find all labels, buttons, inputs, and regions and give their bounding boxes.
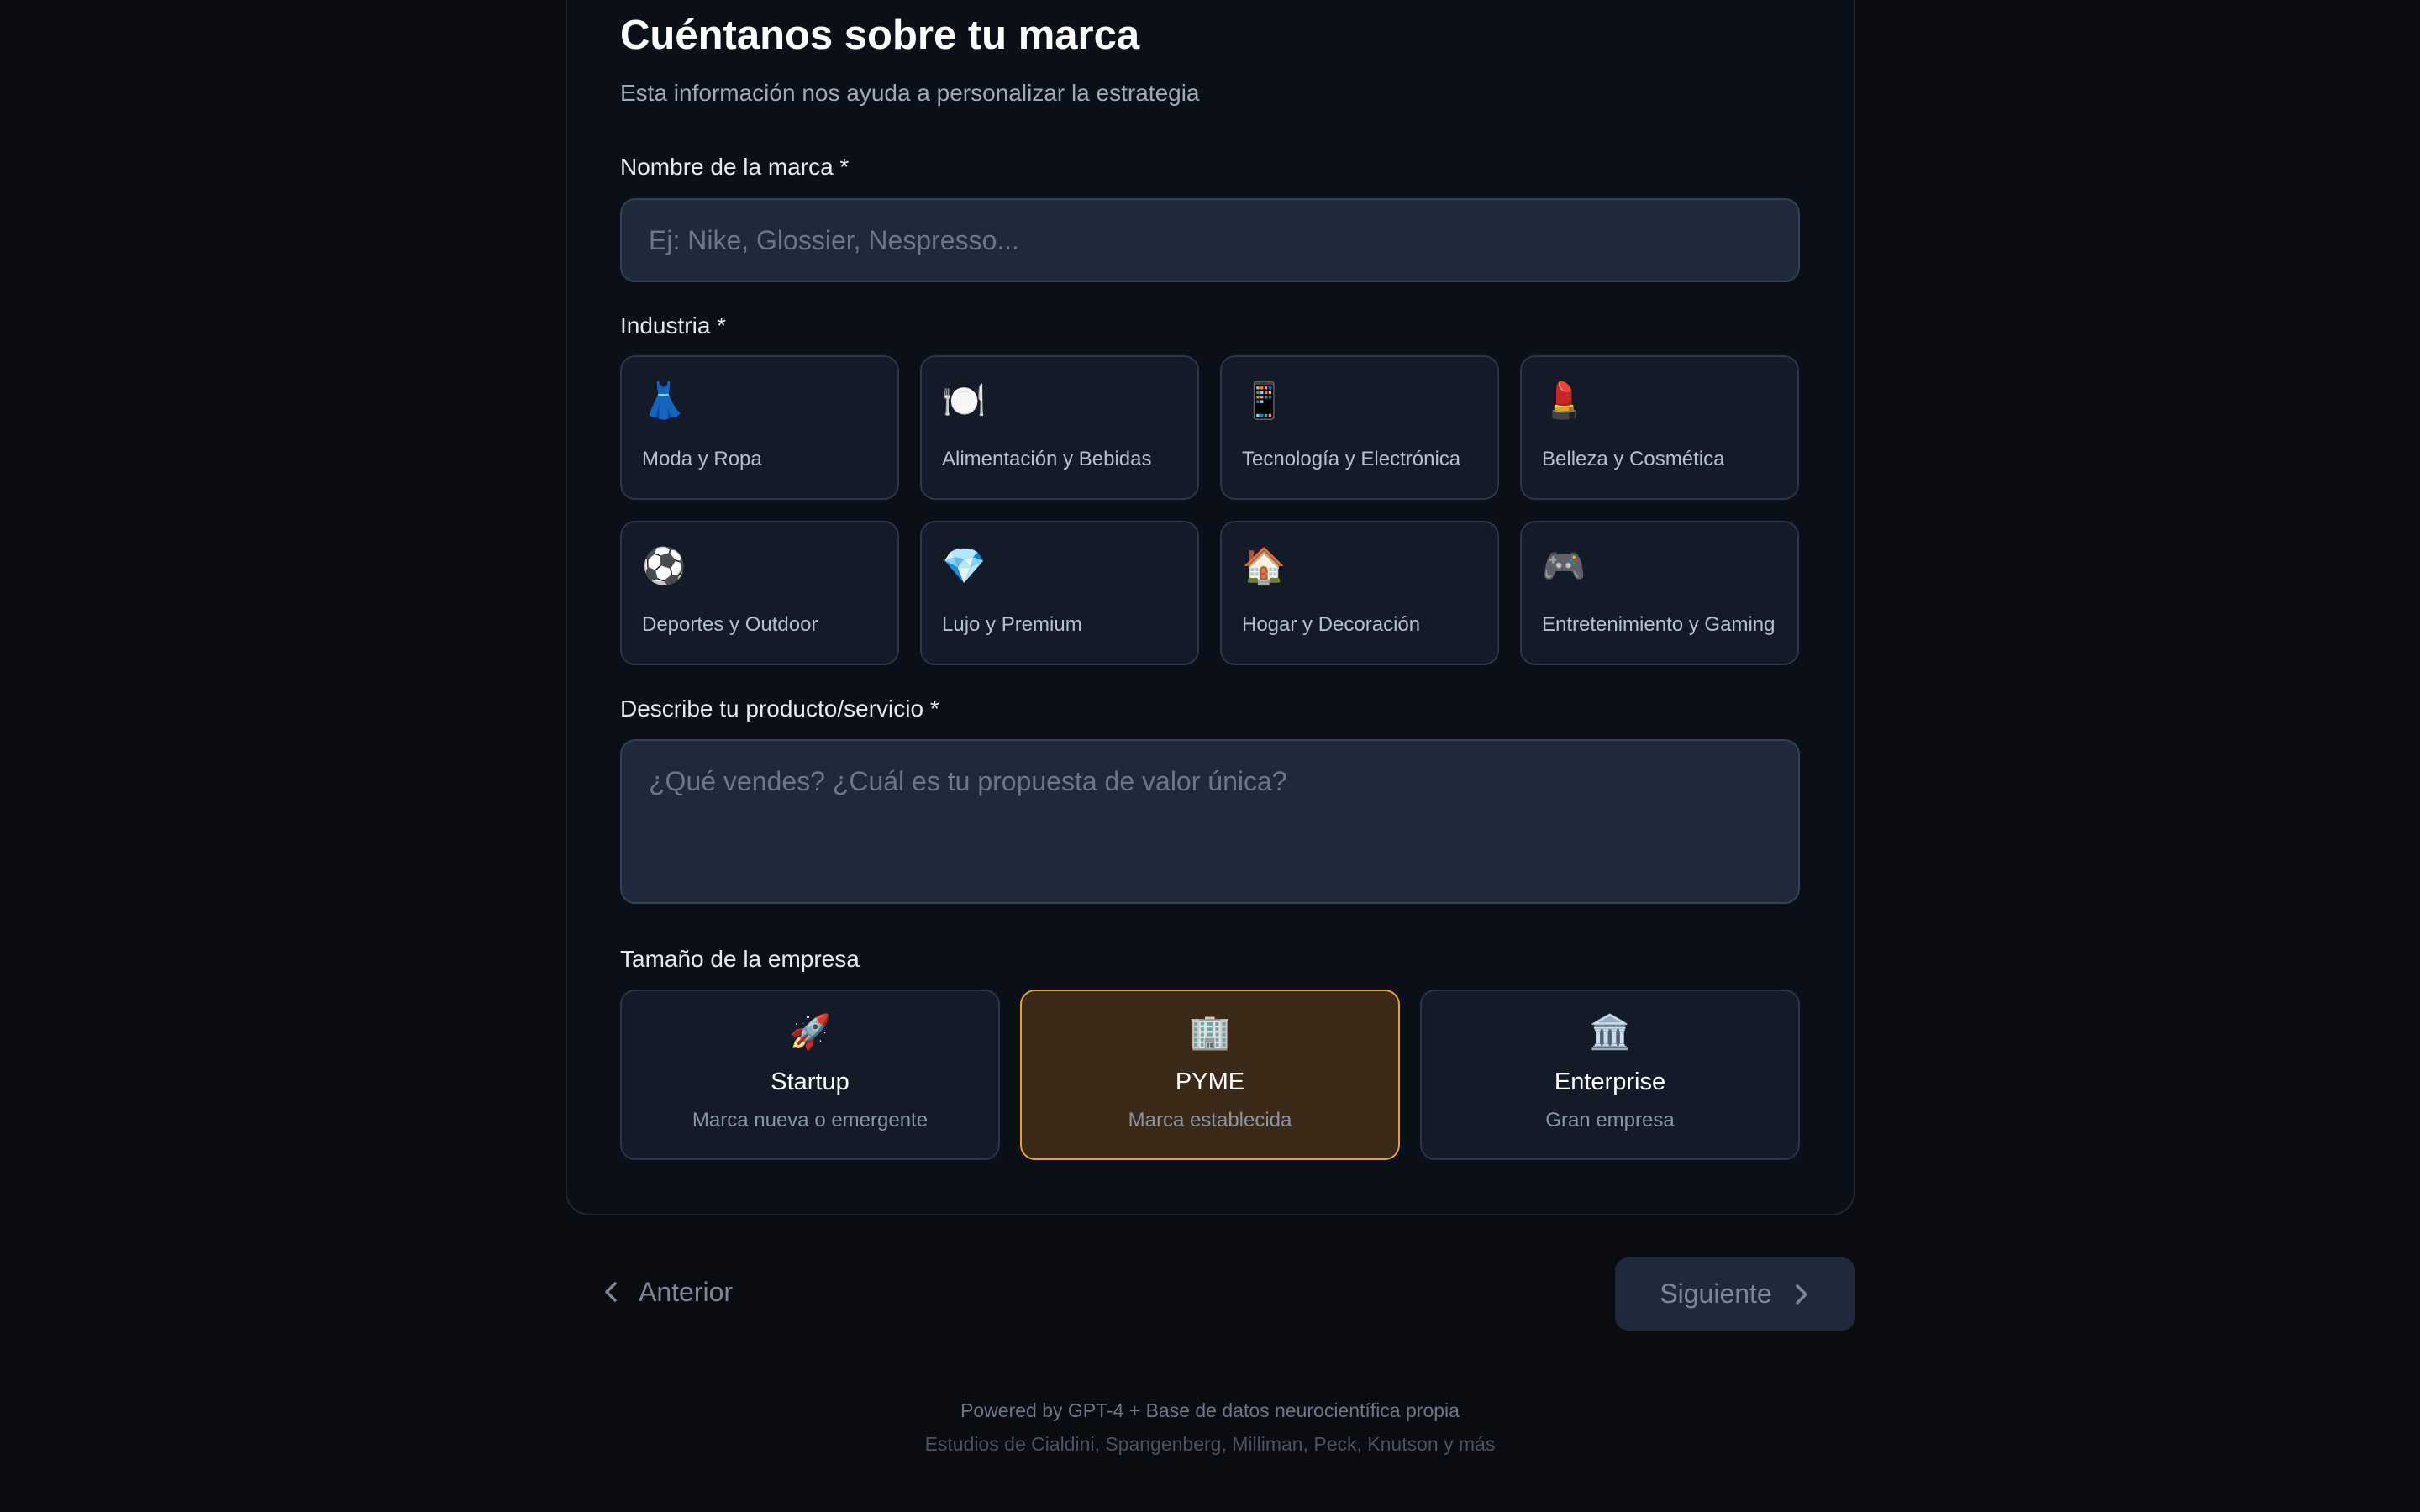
page-subtitle: Esta información nos ayuda a personaliza…	[620, 80, 1200, 106]
industry-option-moda[interactable]: 👗 Moda y Ropa	[620, 355, 899, 500]
size-option-desc: Gran empresa	[1545, 1109, 1675, 1131]
brand-name-placeholder: Ej: Nike, Glossier, Nespresso...	[649, 225, 1020, 255]
size-option-name: PYME	[1175, 1068, 1245, 1095]
industry-option-label: Hogar y Decoración	[1242, 613, 1421, 636]
description-label: Describe tu producto/servicio *	[620, 696, 939, 722]
industry-option-deportes[interactable]: ⚽ Deportes y Outdoor	[620, 521, 899, 665]
chevron-left-icon	[602, 1278, 622, 1305]
industry-option-entretenimiento[interactable]: 🎮 Entretenimiento y Gaming	[1520, 521, 1799, 665]
size-option-desc: Marca establecida	[1128, 1109, 1292, 1131]
lipstick-icon: 💄	[1542, 381, 1586, 420]
industry-option-label: Tecnología y Electrónica	[1242, 448, 1461, 470]
industry-option-belleza[interactable]: 💄 Belleza y Cosmética	[1520, 355, 1799, 500]
diamond-icon: 💎	[942, 546, 986, 585]
footer-studies: Estudios de Cialdini, Spangenberg, Milli…	[924, 1433, 1496, 1455]
company-size-label: Tamaño de la empresa	[620, 946, 860, 972]
industry-option-label: Deportes y Outdoor	[642, 613, 818, 636]
industry-option-hogar[interactable]: 🏠 Hogar y Decoración	[1220, 521, 1499, 665]
footer-powered-by: Powered by GPT-4 + Base de datos neuroci…	[960, 1399, 1460, 1421]
size-option-name: Enterprise	[1554, 1068, 1666, 1095]
industry-option-label: Alimentación y Bebidas	[942, 448, 1152, 470]
description-textarea[interactable]: ¿Qué vendes? ¿Cuál es tu propuesta de va…	[620, 739, 1800, 904]
industry-label: Industria *	[620, 312, 727, 339]
next-button[interactable]: Siguiente	[1615, 1257, 1855, 1331]
size-option-desc: Marca nueva o emergente	[692, 1109, 929, 1131]
page-title: Cuéntanos sobre tu marca	[620, 13, 1140, 58]
brand-name-input[interactable]: Ej: Nike, Glossier, Nespresso...	[620, 198, 1800, 282]
industry-options: 👗 Moda y Ropa 🍽️ Alimentación y Bebidas …	[620, 355, 1800, 665]
industry-option-label: Entretenimiento y Gaming	[1542, 613, 1776, 636]
classical-building-icon: 🏛️	[1589, 1014, 1631, 1051]
company-size-startup[interactable]: 🚀 Startup Marca nueva o emergente	[620, 990, 1000, 1160]
house-icon: 🏠	[1242, 546, 1286, 585]
industry-option-label: Moda y Ropa	[642, 448, 762, 470]
description-placeholder: ¿Qué vendes? ¿Cuál es tu propuesta de va…	[649, 766, 1287, 796]
smartphone-icon: 📱	[1242, 381, 1286, 420]
industry-option-lujo[interactable]: 💎 Lujo y Premium	[920, 521, 1199, 665]
soccer-ball-icon: ⚽	[642, 546, 687, 585]
industry-option-alimentacion[interactable]: 🍽️ Alimentación y Bebidas	[920, 355, 1199, 500]
next-button-label: Siguiente	[1660, 1278, 1772, 1309]
company-size-pyme[interactable]: 🏢 PYME Marca establecida	[1020, 990, 1400, 1160]
industry-option-label: Belleza y Cosmética	[1542, 448, 1725, 470]
industry-option-label: Lujo y Premium	[942, 613, 1082, 636]
office-building-icon: 🏢	[1189, 1014, 1231, 1051]
chevron-right-icon	[1791, 1281, 1811, 1308]
industry-option-tecnologia[interactable]: 📱 Tecnología y Electrónica	[1220, 355, 1499, 500]
gamepad-icon: 🎮	[1542, 546, 1586, 585]
previous-button[interactable]: Anterior	[602, 1267, 733, 1317]
previous-button-label: Anterior	[639, 1276, 734, 1307]
size-option-name: Startup	[771, 1068, 850, 1095]
company-size-enterprise[interactable]: 🏛️ Enterprise Gran empresa	[1420, 990, 1800, 1160]
brand-name-label: Nombre de la marca *	[620, 154, 850, 180]
rocket-icon: 🚀	[789, 1014, 831, 1051]
company-size-options: 🚀 Startup Marca nueva o emergente 🏢 PYME…	[620, 990, 1800, 1160]
plate-icon: 🍽️	[942, 381, 986, 420]
dress-icon: 👗	[642, 381, 687, 420]
